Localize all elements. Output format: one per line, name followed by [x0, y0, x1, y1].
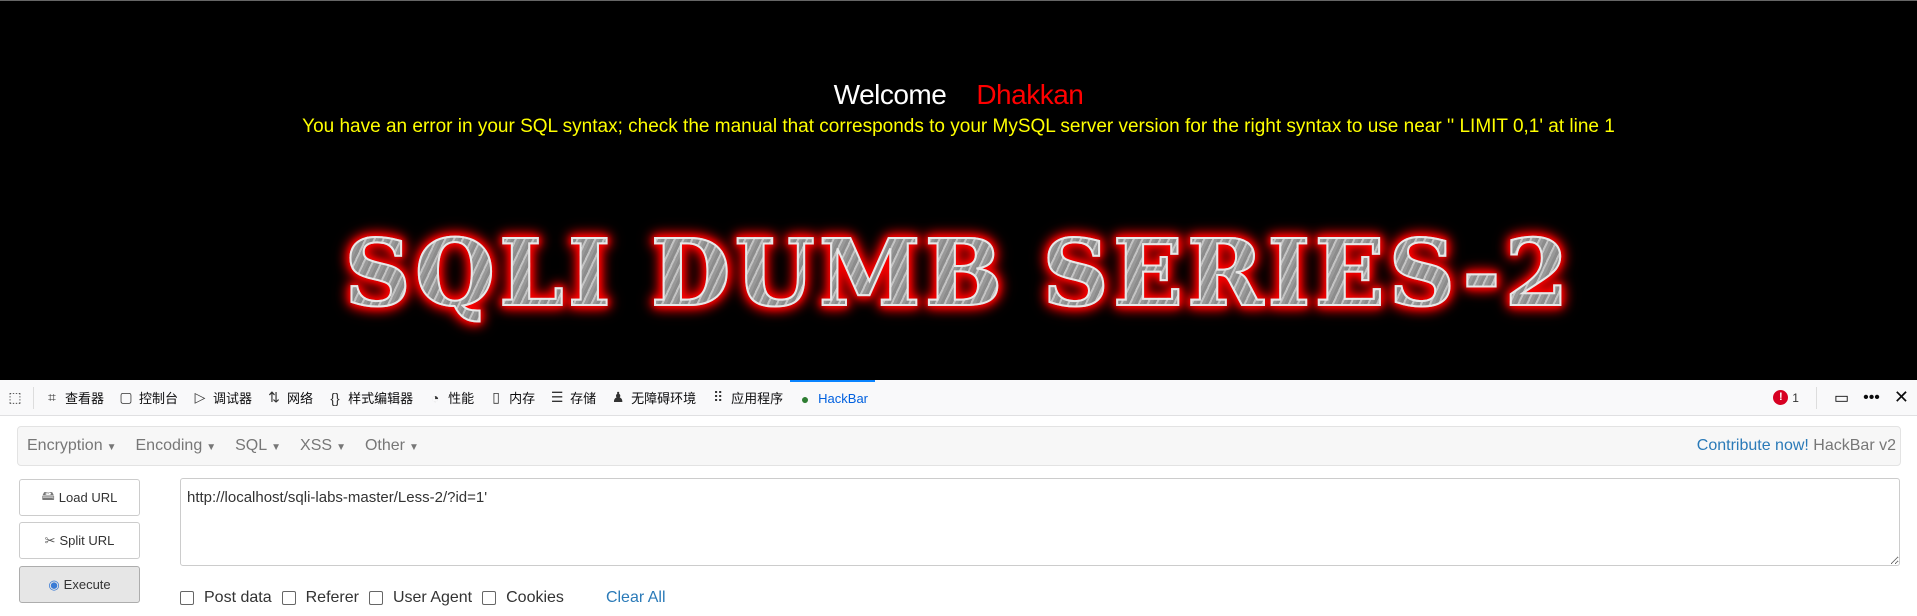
hackbar-version: HackBar v2 — [1813, 437, 1896, 454]
tab-performance[interactable]: ◔ 性能 — [420, 380, 481, 416]
load-icon: 🖴 — [41, 487, 55, 503]
play-icon: ◉ — [48, 576, 60, 592]
menu-encoding[interactable]: Encoding ▼ — [127, 437, 227, 455]
tab-label: 存储 — [570, 391, 597, 406]
tab-label: 应用程序 — [731, 391, 784, 406]
option-label: Referer — [305, 589, 359, 606]
button-label: Execute — [63, 577, 111, 592]
tab-label: 性能 — [448, 391, 475, 406]
caret-down-icon: ▼ — [206, 442, 217, 453]
load-url-button[interactable]: 🖴 Load URL — [19, 479, 140, 516]
network-icon: ⇅ — [268, 389, 280, 405]
divider — [33, 386, 34, 409]
memory-icon: ▯ — [492, 389, 500, 405]
option-label: User Agent — [392, 589, 473, 606]
menu-label: Other — [364, 437, 405, 454]
request-options: Post data Referer User Agent Cookies Cle… — [180, 589, 666, 607]
error-count-badge[interactable]: ! 1 — [1773, 390, 1799, 405]
style-editor-icon: {} — [330, 389, 340, 406]
referer-checkbox[interactable]: Referer — [281, 589, 359, 607]
option-label: Cookies — [506, 589, 564, 606]
tab-label: 调试器 — [213, 391, 253, 406]
menu-label: SQL — [235, 437, 268, 454]
more-options-icon[interactable]: ••• — [1863, 380, 1880, 416]
menu-other[interactable]: Other ▼ — [356, 437, 429, 455]
checkbox[interactable] — [368, 591, 383, 605]
tab-hackbar[interactable]: ● HackBar — [790, 379, 876, 416]
username: Dhakkan — [976, 79, 1084, 110]
storage-icon: ☰ — [550, 389, 564, 405]
option-label: Post data — [204, 589, 272, 606]
menu-label: XSS — [300, 437, 333, 454]
tab-label: 内存 — [509, 391, 536, 406]
tab-debugger[interactable]: ▷ 调试器 — [185, 380, 259, 416]
tab-label: HackBar — [818, 391, 869, 406]
scissors-icon: ✂ — [44, 532, 56, 548]
debugger-icon: ▷ — [194, 389, 206, 405]
checkbox[interactable] — [281, 591, 296, 605]
element-picker-button[interactable]: ⬚ — [0, 380, 30, 416]
contribute-area: Contribute now! HackBar v2 — [1697, 437, 1900, 455]
devtools-toolbar: ⬚ ⌗ 查看器 ▢ 控制台 ▷ 调试器 ⇅ 网络 {} 样式编辑器 ◔ 性能 ▯ 内存 ☰ 存储… — [0, 379, 1917, 416]
button-label: Split URL — [59, 533, 115, 548]
picker-icon: ⬚ — [8, 389, 22, 405]
menu-label: Encoding — [135, 437, 203, 454]
caret-down-icon: ▼ — [106, 442, 117, 453]
tab-label: 控制台 — [139, 391, 179, 406]
menu-xss[interactable]: XSS ▼ — [291, 437, 356, 455]
execute-button[interactable]: ◉ Execute — [19, 566, 140, 603]
application-icon: ⠿ — [713, 389, 724, 405]
close-icon[interactable]: ✕ — [1894, 380, 1909, 416]
responsive-design-icon[interactable]: ▭ — [1834, 380, 1849, 416]
web-page: Welcome Dhakkan You have an error in your… — [0, 0, 1917, 380]
inspector-icon: ⌗ — [48, 389, 56, 405]
menu-sql[interactable]: SQL ▼ — [226, 437, 291, 455]
error-icon: ! — [1773, 390, 1789, 405]
user-agent-checkbox[interactable]: User Agent — [368, 589, 473, 607]
error-count: 1 — [1792, 390, 1799, 405]
series-title-banner: SQLI DUMB SERIES-2 — [0, 218, 1917, 328]
tab-memory[interactable]: ▯ 内存 — [481, 380, 542, 416]
hackbar-menu: Encryption ▼ Encoding ▼ SQL ▼ XSS ▼ Other ▼ C… — [17, 426, 1901, 466]
welcome-text: Welcome — [833, 79, 947, 110]
checkbox[interactable] — [482, 591, 497, 605]
tab-accessibility[interactable]: ♟ 无障碍环境 — [603, 380, 703, 416]
split-url-button[interactable]: ✂ Split URL — [19, 522, 140, 559]
tab-style-editor[interactable]: {} 样式编辑器 — [320, 380, 420, 416]
tab-console[interactable]: ▢ 控制台 — [111, 380, 185, 416]
hackbar-icon: ● — [800, 390, 810, 407]
menu-label: Encryption — [27, 437, 103, 454]
button-label: Load URL — [58, 490, 118, 505]
tab-label: 查看器 — [65, 391, 105, 406]
sql-error-message: You have an error in your SQL syntax; ch… — [302, 116, 1615, 137]
tab-label: 网络 — [287, 391, 314, 406]
divider — [1815, 386, 1817, 409]
accessibility-icon: ♟ — [611, 389, 625, 405]
post-data-checkbox[interactable]: Post data — [180, 589, 272, 607]
tab-inspector[interactable]: ⌗ 查看器 — [37, 380, 111, 416]
console-icon: ▢ — [119, 389, 133, 405]
caret-down-icon: ▼ — [408, 442, 419, 453]
caret-down-icon: ▼ — [271, 442, 282, 453]
checkbox[interactable] — [180, 591, 194, 605]
menu-encryption[interactable]: Encryption ▼ — [18, 437, 127, 455]
cookies-checkbox[interactable]: Cookies — [482, 589, 564, 607]
url-input[interactable]: http://localhost/sqli-labs-master/Less-2… — [180, 478, 1900, 566]
tab-network[interactable]: ⇅ 网络 — [259, 380, 320, 416]
contribute-link[interactable]: Contribute now! — [1697, 437, 1809, 454]
devtools-panel: ⬚ ⌗ 查看器 ▢ 控制台 ▷ 调试器 ⇅ 网络 {} 样式编辑器 ◔ 性能 ▯ 内存 ☰ 存储… — [0, 379, 1917, 616]
caret-down-icon: ▼ — [336, 442, 346, 453]
tab-storage[interactable]: ☰ 存储 — [542, 380, 603, 416]
welcome-line: Welcome Dhakkan — [0, 79, 1917, 111]
tab-label: 无障碍环境 — [631, 391, 697, 406]
clear-all-link[interactable]: Clear All — [606, 589, 666, 607]
tab-application[interactable]: ⠿ 应用程序 — [703, 380, 790, 416]
performance-icon: ◔ — [430, 389, 440, 406]
tab-label: 样式编辑器 — [348, 391, 414, 406]
